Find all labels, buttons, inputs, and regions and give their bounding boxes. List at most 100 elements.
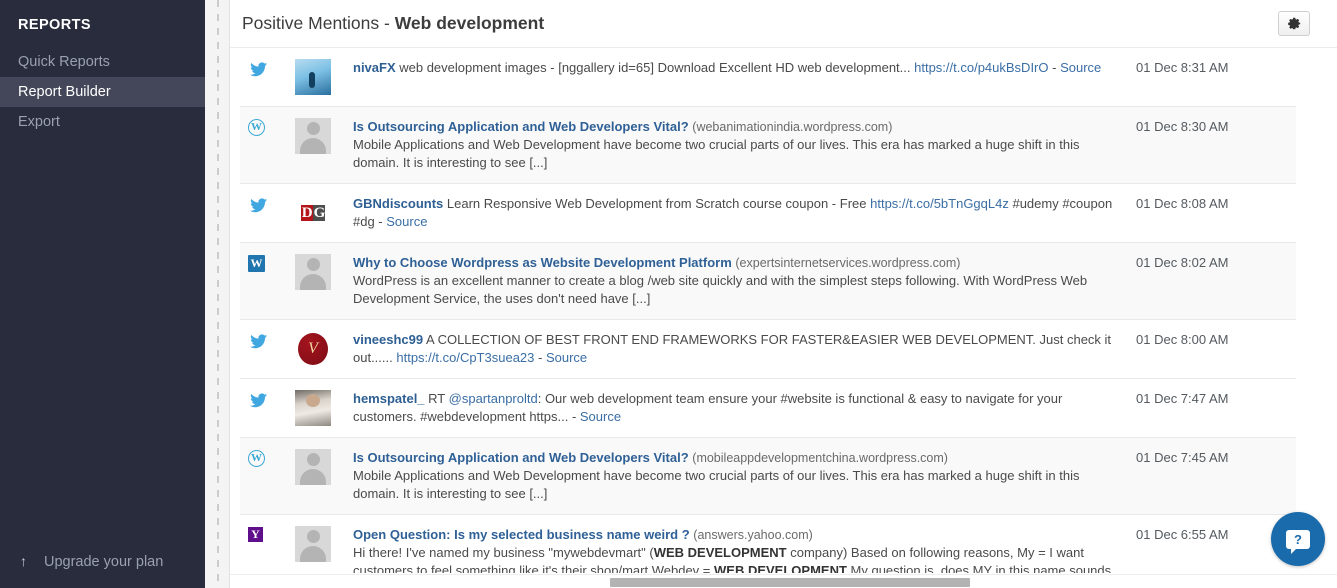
help-button[interactable]: ?	[1271, 512, 1325, 566]
snippet-text: Hi there! I've named my business "mywebd…	[353, 545, 654, 560]
page-title-separator: -	[379, 13, 395, 33]
avatar: V	[295, 331, 331, 367]
mention-snippet: Mobile Applications and Web Development …	[353, 468, 1080, 501]
source-link[interactable]: Source	[386, 214, 427, 229]
mention-date: 01 Dec 8:30 AM	[1136, 119, 1229, 134]
source-link[interactable]: Source	[1060, 60, 1101, 75]
avatar-cell: V	[286, 331, 353, 367]
mention-body: GBNdiscounts Learn Responsive Web Develo…	[353, 195, 1136, 231]
upgrade-plan-button[interactable]: ↑ Upgrade your plan	[0, 544, 205, 578]
mention-snippet: Hi there! I've named my business "mywebd…	[353, 544, 1122, 573]
mention-body: Is Outsourcing Application and Web Devel…	[353, 118, 1136, 172]
gear-icon	[1287, 17, 1300, 30]
mention-body: Why to Choose Wordpress as Website Devel…	[353, 254, 1136, 308]
mention-body: vineeshc99 A COLLECTION OF BEST FRONT EN…	[353, 331, 1136, 367]
help-question-icon: ?	[1286, 529, 1310, 554]
mention-date: 01 Dec 8:08 AM	[1136, 196, 1229, 211]
panel-header: Positive Mentions - Web development	[230, 0, 1337, 48]
mention-domain: (expertsinternetservices.wordpress.com)	[735, 256, 961, 270]
avatar	[295, 449, 331, 485]
table-row[interactable]: nivaFX web development images - [nggalle…	[240, 48, 1296, 107]
table-row[interactable]: W Why to Choose Wordpress as Website Dev…	[240, 243, 1296, 320]
table-row[interactable]: W Is Outsourcing Application and Web Dev…	[240, 107, 1296, 184]
table-row[interactable]: hemspatel_ RT @spartanproltd: Our web de…	[240, 379, 1296, 438]
retweet-prefix: RT	[424, 391, 449, 406]
mention-author[interactable]: hemspatel_	[353, 391, 425, 406]
sidebar-title: REPORTS	[18, 17, 91, 33]
sidebar-item-label: Quick Reports	[18, 54, 110, 70]
settings-button[interactable]	[1278, 11, 1310, 36]
mention-author[interactable]: nivaFX	[353, 60, 396, 75]
mention-author[interactable]: GBNdiscounts	[353, 196, 443, 211]
mention-domain: (mobileappdevelopmentchina.wordpress.com…	[692, 451, 948, 465]
mention-date: 01 Dec 7:47 AM	[1136, 391, 1229, 406]
mention-date: 01 Dec 7:45 AM	[1136, 450, 1229, 465]
avatar-cell	[286, 390, 353, 426]
wordpress-icon: W	[248, 450, 265, 467]
mention-text: Learn Responsive Web Development from Sc…	[443, 196, 871, 211]
table-row[interactable]: V vineeshc99 A COLLECTION OF BEST FRONT …	[240, 320, 1296, 379]
upgrade-plan-label: Upgrade your plan	[44, 554, 164, 570]
avatar: DG	[295, 195, 331, 231]
table-row[interactable]: W Is Outsourcing Application and Web Dev…	[240, 438, 1296, 515]
mention-snippet: Mobile Applications and Web Development …	[353, 137, 1080, 170]
page-title-sub: Web development	[394, 13, 545, 33]
mention-title[interactable]: Why to Choose Wordpress as Website Devel…	[353, 255, 732, 270]
avatar	[295, 526, 331, 562]
sidebar-nav: Quick Reports Report Builder Export	[0, 47, 205, 137]
separator: -	[1048, 60, 1061, 75]
source-link[interactable]: Source	[546, 350, 587, 365]
twitter-icon	[249, 334, 268, 349]
table-row[interactable]: DG GBNdiscounts Learn Responsive Web Dev…	[240, 184, 1296, 243]
source-cell	[240, 195, 286, 216]
mention-body: Open Question: Is my selected business n…	[353, 526, 1136, 573]
source-cell: W	[240, 449, 286, 467]
avatar-cell	[286, 118, 353, 154]
mention-author[interactable]: vineeshc99	[353, 332, 423, 347]
sidebar-item-report-builder[interactable]: Report Builder	[0, 77, 205, 107]
scrollbar-thumb[interactable]	[610, 578, 970, 587]
wordpress-icon: W	[248, 119, 265, 136]
horizontal-scrollbar[interactable]	[230, 574, 1337, 588]
resizer-dashed-line	[217, 0, 219, 588]
mention-body: hemspatel_ RT @spartanproltd: Our web de…	[353, 390, 1136, 426]
avatar-cell	[286, 254, 353, 290]
up-arrow-icon: ↑	[20, 553, 27, 569]
snippet-keyword: WEB DEVELOPMENT	[714, 563, 847, 573]
mention-title[interactable]: Is Outsourcing Application and Web Devel…	[353, 119, 689, 134]
twitter-icon	[249, 198, 268, 213]
mention-domain: (answers.yahoo.com)	[693, 528, 813, 542]
mention-link[interactable]: https://t.co/5bTnGgqL4z	[870, 196, 1009, 211]
mention-snippet: WordPress is an excellent manner to crea…	[353, 273, 1088, 306]
page-title: Positive Mentions - Web development	[242, 13, 544, 34]
snippet-keyword: WEB DEVELOPMENT	[653, 545, 787, 560]
mention-date: 01 Dec 8:31 AM	[1136, 60, 1229, 75]
panel-resizer-handle[interactable]	[205, 0, 230, 588]
mention-link[interactable]: https://t.co/CpT3suea23	[396, 350, 534, 365]
source-cell: W	[240, 118, 286, 136]
avatar-cell: DG	[286, 195, 353, 231]
source-cell: W	[240, 254, 286, 272]
mention-title[interactable]: Open Question: Is my selected business n…	[353, 527, 690, 542]
mention-handle[interactable]: @spartanproltd	[449, 391, 538, 406]
table-row[interactable]: Y Open Question: Is my selected business…	[240, 515, 1296, 573]
mention-title[interactable]: Is Outsourcing Application and Web Devel…	[353, 450, 689, 465]
mention-link[interactable]: https://t.co/p4ukBsDIrO	[914, 60, 1048, 75]
yahoo-icon: Y	[248, 527, 263, 542]
avatar	[295, 390, 331, 426]
mention-date: 01 Dec 8:02 AM	[1136, 255, 1229, 270]
twitter-icon	[249, 62, 268, 77]
twitter-icon	[249, 393, 268, 408]
sidebar: REPORTS Quick Reports Report Builder Exp…	[0, 0, 205, 588]
avatar	[295, 118, 331, 154]
sidebar-item-quick-reports[interactable]: Quick Reports	[0, 47, 205, 77]
mention-date: 01 Dec 8:00 AM	[1136, 332, 1229, 347]
source-link[interactable]: Source	[580, 409, 621, 424]
sidebar-item-export[interactable]: Export	[0, 107, 205, 137]
avatar-cell	[286, 449, 353, 485]
avatar-cell	[286, 526, 353, 562]
source-cell	[240, 59, 286, 80]
separator: -	[534, 350, 546, 365]
mentions-list: nivaFX web development images - [nggalle…	[240, 48, 1296, 573]
source-cell	[240, 331, 286, 352]
